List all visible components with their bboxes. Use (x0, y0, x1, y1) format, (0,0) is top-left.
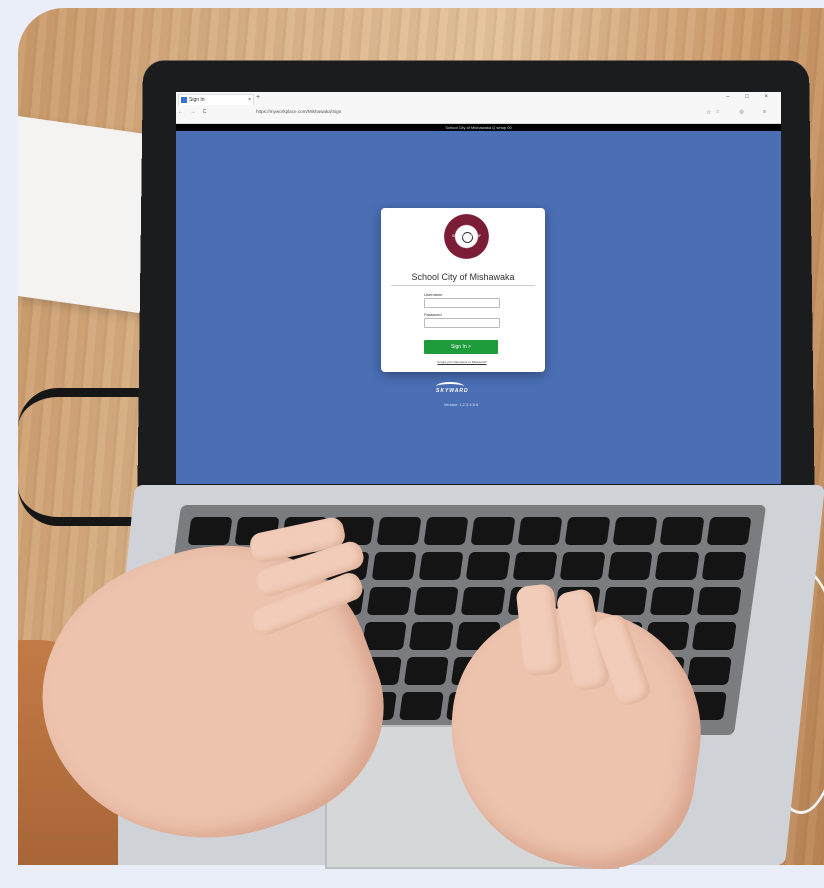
page-favicon-icon (181, 97, 187, 103)
sign-in-button[interactable]: Sign In > (424, 340, 498, 354)
navigation-buttons[interactable]: ← → C (178, 109, 209, 115)
bookmark-icon[interactable]: ☆ (706, 109, 711, 116)
laptop-screen: Sign In × + ← → C https://myworkplace.co… (176, 92, 781, 484)
tab-close-icon[interactable]: × (248, 95, 251, 105)
username-input[interactable] (424, 298, 500, 308)
window-title: School City of Mishawaka Q setup 00 (176, 124, 781, 131)
new-tab-button[interactable]: + (256, 94, 260, 101)
seal-text: SCHOOL CITY OF MISHAWAKA INDIANA (448, 234, 485, 283)
version-text: Version: 1.2.3.4.5.6 (443, 402, 479, 407)
username-label: Username (424, 292, 443, 297)
browser-chrome: Sign In × + ← → C https://myworkplace.co… (176, 92, 781, 124)
school-seal-logo: SCHOOL CITY OF MISHAWAKA INDIANA (444, 214, 489, 283)
password-input[interactable] (424, 318, 500, 328)
browser-tab[interactable]: Sign In × (178, 94, 254, 105)
password-label: Password (424, 312, 442, 317)
window-controls[interactable]: – □ × (726, 94, 775, 100)
browser-toolbar-icons[interactable]: ☆ ◎ ≡ (715, 109, 775, 115)
skyward-logo: SKYWARD (436, 382, 486, 397)
login-card: SCHOOL CITY OF MISHAWAKA INDIANA School … (381, 208, 545, 372)
divider (391, 285, 535, 286)
address-bar[interactable]: https://myworkplace.com/Mishawaka/Sign (256, 109, 341, 114)
institution-name: School City of Mishawaka (411, 272, 515, 282)
logo-text: SKYWARD (436, 388, 469, 394)
tab-title: Sign In (189, 97, 205, 103)
forgot-credentials-link[interactable]: Forgot your Username or Password? (421, 360, 503, 364)
